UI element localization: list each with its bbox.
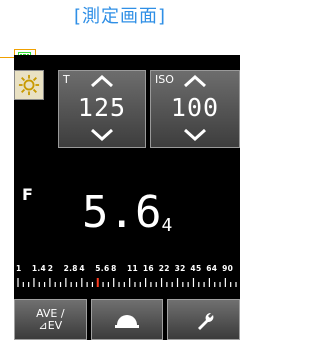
settings-button[interactable] bbox=[167, 299, 240, 340]
scale-label: 32 bbox=[174, 264, 186, 273]
shutter-down-arrow-icon[interactable] bbox=[90, 129, 114, 141]
aperture-display: 5.64 bbox=[82, 191, 172, 235]
scale-label: 11 bbox=[127, 264, 139, 273]
scale-label: 8 bbox=[111, 264, 117, 273]
iso-down-arrow-icon[interactable] bbox=[183, 129, 207, 141]
aperture-scale-ticks bbox=[17, 278, 237, 287]
wrench-icon bbox=[197, 312, 214, 330]
shutter-speed-label: T bbox=[63, 73, 70, 86]
meter-screen: T 125 ISO 100 F 5.64 1 1.4 2 2.8 4 5.6 8 11 16 22… bbox=[14, 55, 240, 340]
scale-label: 2 bbox=[47, 264, 54, 273]
dome-icon bbox=[115, 314, 139, 328]
screen-caption: [測定画面] bbox=[73, 6, 167, 27]
callout-line bbox=[0, 57, 14, 58]
scale-label: 1 bbox=[16, 264, 22, 273]
ave-ev-button[interactable]: AVE / ⊿EV bbox=[14, 299, 87, 340]
shutter-up-arrow-icon[interactable] bbox=[90, 75, 114, 87]
ev-label: ⊿EV bbox=[38, 318, 63, 332]
scale-label: 22 bbox=[158, 264, 170, 273]
iso-up-arrow-icon[interactable] bbox=[183, 75, 207, 87]
scale-label: 4 bbox=[79, 264, 85, 273]
scale-label: 1.4 bbox=[31, 264, 47, 273]
shutter-speed-panel: T 125 bbox=[58, 70, 146, 148]
scale-label: 64 bbox=[206, 264, 218, 273]
aperture-value: 5.6 bbox=[82, 187, 162, 238]
iso-value: 100 bbox=[170, 93, 220, 122]
mode-button[interactable] bbox=[14, 70, 44, 100]
scale-label: 5.6 bbox=[95, 264, 110, 273]
iso-panel: ISO 100 bbox=[150, 70, 240, 148]
sun-icon bbox=[18, 74, 40, 96]
scale-label: 2.8 bbox=[63, 264, 78, 273]
aperture-label: F bbox=[22, 185, 33, 204]
aperture-subvalue: 4 bbox=[161, 215, 173, 236]
ave-label: AVE / bbox=[36, 306, 65, 320]
shutter-speed-value: 125 bbox=[77, 93, 127, 122]
iso-label: ISO bbox=[155, 73, 174, 86]
bottom-button-row: AVE / ⊿EV bbox=[14, 299, 240, 340]
scale-label: 90 bbox=[222, 264, 234, 273]
measure-mode-button[interactable] bbox=[90, 299, 164, 340]
scale-label: 16 bbox=[142, 264, 154, 273]
scale-label: 45 bbox=[190, 264, 202, 273]
